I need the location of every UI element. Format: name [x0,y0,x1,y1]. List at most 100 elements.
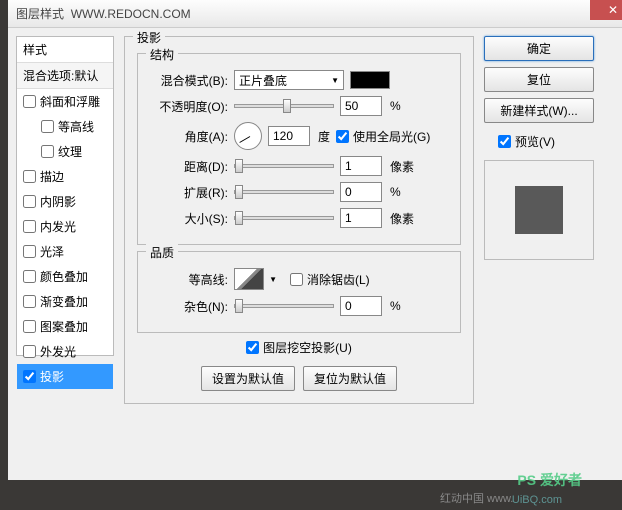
opacity-row: 不透明度(O): % [150,96,448,116]
contour-picker[interactable]: ▼ [234,268,264,290]
style-outer-glow[interactable]: 外发光 [17,339,113,364]
new-style-button[interactable]: 新建样式(W)... [484,98,594,123]
preview-box [484,160,594,260]
blend-options-default[interactable]: 混合选项:默认 [17,63,113,89]
style-inner-glow[interactable]: 内发光 [17,214,113,239]
angle-label: 角度(A): [150,128,228,145]
quality-group: 品质 等高线: ▼ 消除锯齿(L) 杂色(N): [137,251,461,333]
style-gradient-overlay[interactable]: 渐变叠加 [17,289,113,314]
quality-title: 品质 [146,244,178,261]
noise-input[interactable] [340,296,382,316]
knockout-checkbox[interactable] [246,341,259,354]
ok-button[interactable]: 确定 [484,36,594,61]
slider-thumb[interactable] [235,211,243,225]
angle-unit: 度 [318,128,330,145]
blend-mode-dropdown[interactable]: 正片叠底 ▼ [234,70,344,90]
noise-label: 杂色(N): [150,298,228,315]
drop-shadow-checkbox[interactable] [23,370,36,383]
spread-input[interactable] [340,182,382,202]
global-light-checkbox-row[interactable]: 使用全局光(G) [336,128,430,145]
spread-unit: % [390,185,401,199]
antialias-checkbox-row[interactable]: 消除锯齿(L) [290,271,370,288]
shadow-color-swatch[interactable] [350,71,390,89]
styles-panel: 样式 混合选项:默认 斜面和浮雕 等高线 纹理 描边 内阴影 内发光 光泽 颜色… [16,36,114,472]
knockout-row: 图层挖空投影(U) [137,339,461,356]
opacity-label: 不透明度(O): [150,98,228,115]
style-stroke[interactable]: 描边 [17,164,113,189]
watermark-source: 红动中国 www. [440,490,513,506]
opacity-input[interactable] [340,96,382,116]
noise-row: 杂色(N): % [150,296,448,316]
set-default-button[interactable]: 设置为默认值 [201,366,295,391]
inner-shadow-checkbox[interactable] [23,195,36,208]
angle-dial[interactable] [234,122,262,150]
structure-title: 结构 [146,46,178,63]
gradient-overlay-checkbox[interactable] [23,295,36,308]
bevel-checkbox[interactable] [23,95,36,108]
close-button[interactable]: ✕ [590,0,622,20]
blend-mode-label: 混合模式(B): [150,72,228,89]
spread-slider[interactable] [234,190,334,194]
slider-thumb[interactable] [235,299,243,313]
size-label: 大小(S): [150,210,228,227]
slider-thumb[interactable] [283,99,291,113]
watermark-url: UiBQ.com [512,494,562,506]
slider-thumb[interactable] [235,185,243,199]
antialias-checkbox[interactable] [290,273,303,286]
chevron-down-icon: ▼ [269,275,277,284]
angle-row: 角度(A): 度 使用全局光(G) [150,122,448,150]
angle-input[interactable] [268,126,310,146]
panel-title: 投影 [133,29,165,46]
texture-checkbox[interactable] [41,145,54,158]
size-unit: 像素 [390,210,414,227]
contour-checkbox[interactable] [41,120,54,133]
stroke-checkbox[interactable] [23,170,36,183]
inner-glow-checkbox[interactable] [23,220,36,233]
preview-checkbox-row[interactable]: 预览(V) [498,133,594,150]
noise-unit: % [390,299,401,313]
style-bevel-emboss[interactable]: 斜面和浮雕 [17,89,113,114]
angle-indicator [239,136,250,143]
drop-shadow-group: 投影 结构 混合模式(B): 正片叠底 ▼ 不透明度(O): [124,36,474,404]
preview-swatch [515,186,563,234]
cancel-button[interactable]: 复位 [484,67,594,92]
preview-checkbox[interactable] [498,135,511,148]
style-pattern-overlay[interactable]: 图案叠加 [17,314,113,339]
size-input[interactable] [340,208,382,228]
spread-label: 扩展(R): [150,184,228,201]
style-color-overlay[interactable]: 颜色叠加 [17,264,113,289]
distance-label: 距离(D): [150,158,228,175]
style-satin[interactable]: 光泽 [17,239,113,264]
style-texture[interactable]: 纹理 [17,139,113,164]
satin-checkbox[interactable] [23,245,36,258]
reset-default-button[interactable]: 复位为默认值 [303,366,397,391]
style-inner-shadow[interactable]: 内阴影 [17,189,113,214]
pattern-overlay-checkbox[interactable] [23,320,36,333]
distance-input[interactable] [340,156,382,176]
noise-slider[interactable] [234,304,334,308]
settings-panel: 投影 结构 混合模式(B): 正片叠底 ▼ 不透明度(O): [124,36,474,472]
default-buttons-row: 设置为默认值 复位为默认值 [137,366,461,391]
styles-list: 样式 混合选项:默认 斜面和浮雕 等高线 纹理 描边 内阴影 内发光 光泽 颜色… [16,36,114,356]
opacity-slider[interactable] [234,104,334,108]
style-drop-shadow[interactable]: 投影 [17,364,113,389]
global-light-checkbox[interactable] [336,130,349,143]
dialog-content: 样式 混合选项:默认 斜面和浮雕 等高线 纹理 描边 内阴影 内发光 光泽 颜色… [8,28,622,480]
blend-mode-row: 混合模式(B): 正片叠底 ▼ [150,70,448,90]
color-overlay-checkbox[interactable] [23,270,36,283]
size-row: 大小(S): 像素 [150,208,448,228]
style-contour[interactable]: 等高线 [17,114,113,139]
titlebar: 图层样式 WWW.REDOCN.COM ✕ [8,0,622,28]
distance-slider[interactable] [234,164,334,168]
styles-header: 样式 [17,37,113,63]
outer-glow-checkbox[interactable] [23,345,36,358]
slider-thumb[interactable] [235,159,243,173]
watermark-logo: PS 爱好者 [517,470,582,490]
knockout-checkbox-row[interactable]: 图层挖空投影(U) [246,339,352,356]
chevron-down-icon: ▼ [331,76,339,85]
opacity-unit: % [390,99,401,113]
layer-style-dialog: 图层样式 WWW.REDOCN.COM ✕ 样式 混合选项:默认 斜面和浮雕 等… [8,0,622,480]
distance-unit: 像素 [390,158,414,175]
size-slider[interactable] [234,216,334,220]
spread-row: 扩展(R): % [150,182,448,202]
